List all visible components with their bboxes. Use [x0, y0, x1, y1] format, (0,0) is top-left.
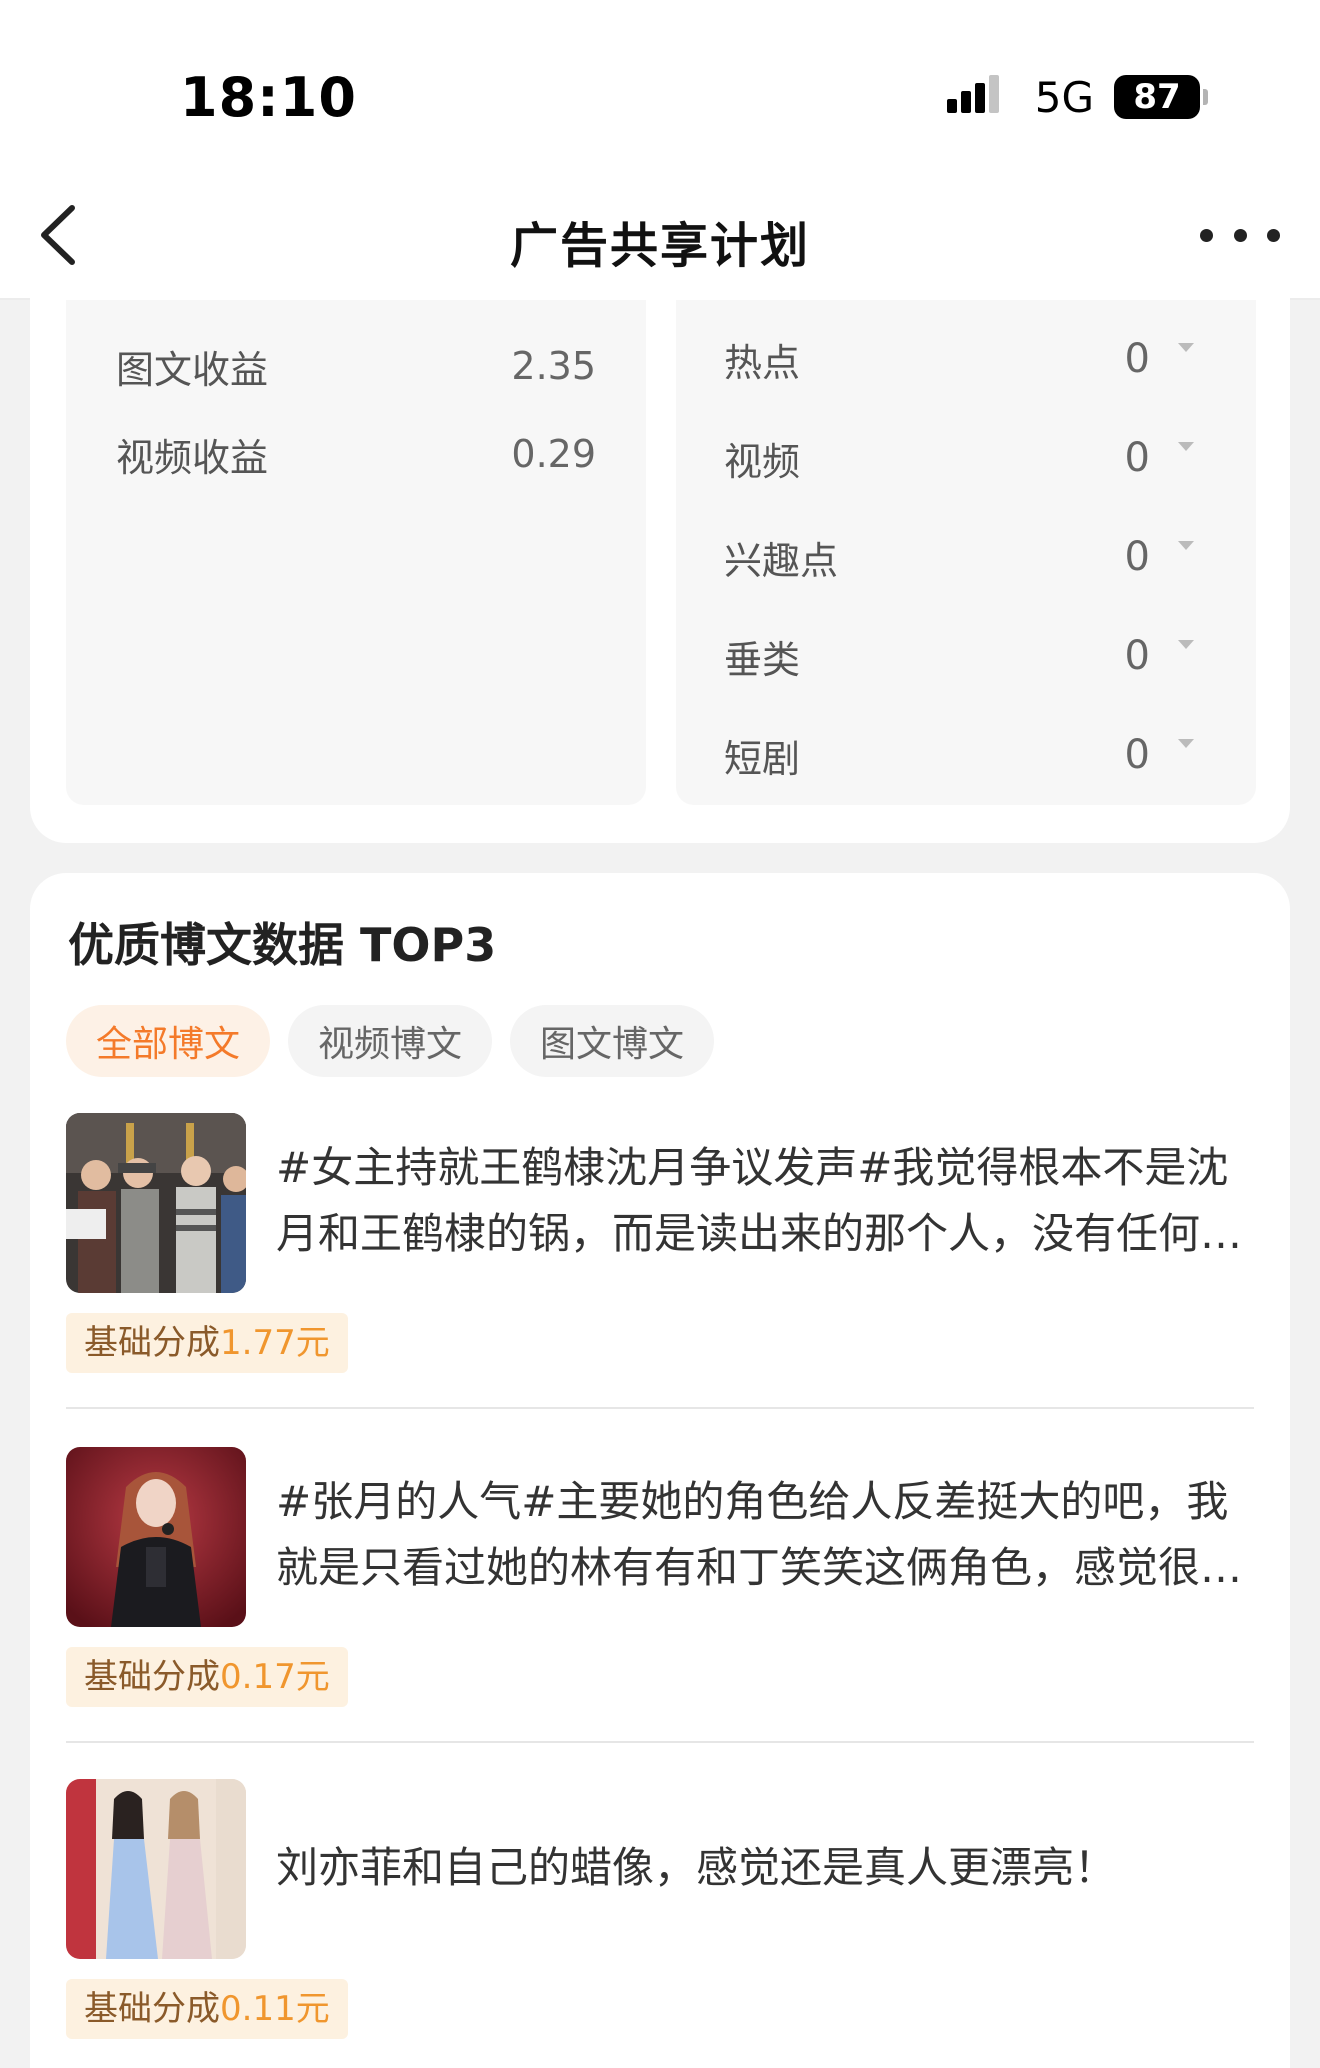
- badge-prefix: 基础分成: [84, 1323, 220, 1363]
- post-thumbnail: [66, 1447, 246, 1627]
- section-title: 优质博文数据 TOP3: [68, 918, 497, 972]
- post-text: #女主持就王鹤棣沈月争议发声#我觉得根本不是沈月和王鹤棣的锅，而是读出来的那个人…: [276, 1143, 1243, 1258]
- more-options-button[interactable]: [1200, 210, 1280, 260]
- category-label: 视频: [724, 439, 801, 484]
- income-value: 0.29: [511, 432, 596, 476]
- income-value: 2.35: [511, 344, 596, 388]
- category-row-hot[interactable]: 热点 0: [724, 324, 1194, 394]
- status-time: 18:10: [180, 66, 357, 129]
- income-row-image-text: 图文收益 2.35: [116, 336, 596, 396]
- dot-icon: [1233, 228, 1247, 242]
- category-row-vertical[interactable]: 垂类 0: [724, 621, 1194, 691]
- top-bar: 18:10 5G 87 广告共享计划: [0, 0, 1320, 300]
- badge-suffix: 元: [295, 1323, 330, 1363]
- badge-amount: 0.17: [220, 1657, 296, 1697]
- divider: [66, 1407, 1254, 1409]
- page-title: 广告共享计划: [509, 218, 810, 274]
- post-text: #张月的人气#主要她的角色给人反差挺大的吧，我就是只看过她的林有有和丁笑笑这俩角…: [276, 1477, 1243, 1592]
- tab-all-posts[interactable]: 全部博文: [66, 1005, 271, 1077]
- cellular-signal-icon: [946, 75, 1015, 117]
- divider: [66, 1741, 1254, 1743]
- category-row-interest[interactable]: 兴趣点 0: [724, 522, 1194, 592]
- earnings-badge: 基础分成1.77元: [66, 1313, 348, 1373]
- category-label: 垂类: [724, 637, 801, 682]
- category-value: 0: [1124, 336, 1150, 382]
- category-row-short-drama[interactable]: 短剧 0: [724, 720, 1194, 790]
- caret-down-icon: [1178, 540, 1194, 550]
- income-label: 视频收益: [116, 435, 269, 480]
- badge-suffix: 元: [295, 1657, 330, 1697]
- category-value: 0: [1124, 534, 1150, 580]
- caret-down-icon: [1178, 738, 1194, 748]
- top-posts-card: 优质博文数据 TOP3 全部博文 视频博文 图文博文 #女主持就王鹤棣沈月争议发…: [30, 873, 1290, 2068]
- dot-icon: [1267, 228, 1280, 242]
- post-text: 刘亦菲和自己的蜡像，感觉还是真人更漂亮！: [276, 1843, 1117, 1892]
- badge-amount: 0.11: [220, 1989, 296, 2029]
- category-label: 短剧: [724, 736, 801, 781]
- badge-prefix: 基础分成: [84, 1989, 220, 2029]
- badge-prefix: 基础分成: [84, 1657, 220, 1697]
- battery-icon: 87: [1114, 75, 1208, 119]
- post-item[interactable]: #女主持就王鹤棣沈月争议发声#我觉得根本不是沈月和王鹤棣的锅，而是读出来的那个人…: [66, 1113, 1254, 1413]
- income-row-video: 视频收益 0.29: [116, 424, 596, 484]
- category-label: 兴趣点: [724, 538, 839, 583]
- tab-image-text-posts[interactable]: 图文博文: [510, 1005, 715, 1077]
- badge-suffix: 元: [295, 1989, 330, 2029]
- earnings-badge: 基础分成0.17元: [66, 1647, 348, 1707]
- caret-down-icon: [1178, 441, 1194, 451]
- post-thumbnail: [66, 1113, 246, 1293]
- income-label: 图文收益: [116, 347, 269, 392]
- post-item[interactable]: 刘亦菲和自己的蜡像，感觉还是真人更漂亮！ 基础分成0.11元: [66, 1779, 1254, 2068]
- badge-amount: 1.77: [220, 1323, 296, 1363]
- income-panel: 图文收益 2.35 视频收益 0.29: [66, 300, 646, 805]
- post-item[interactable]: #张月的人气#主要她的角色给人反差挺大的吧，我就是只看过她的林有有和丁笑笑这俩角…: [66, 1447, 1254, 1747]
- category-panel: 热点 0 视频 0 兴趣点 0 垂类 0 短剧 0: [676, 300, 1256, 805]
- category-value: 0: [1124, 435, 1150, 481]
- status-indicators: 5G 87: [946, 72, 1208, 122]
- category-value: 0: [1124, 633, 1150, 679]
- network-type: 5G: [1034, 72, 1094, 122]
- earnings-card: 图文收益 2.35 视频收益 0.29 热点 0 视频 0 兴趣点 0 垂类 0: [30, 280, 1290, 843]
- post-filter-tabs: 全部博文 视频博文 图文博文: [66, 1005, 715, 1077]
- caret-down-icon: [1178, 639, 1194, 649]
- category-label: 热点: [724, 340, 801, 385]
- earnings-badge: 基础分成0.11元: [66, 1979, 348, 2039]
- category-row-video[interactable]: 视频 0: [724, 423, 1194, 493]
- caret-down-icon: [1178, 342, 1194, 352]
- category-value: 0: [1124, 732, 1150, 778]
- post-thumbnail: [66, 1779, 246, 1959]
- tab-video-posts[interactable]: 视频博文: [288, 1005, 493, 1077]
- dot-icon: [1200, 228, 1213, 242]
